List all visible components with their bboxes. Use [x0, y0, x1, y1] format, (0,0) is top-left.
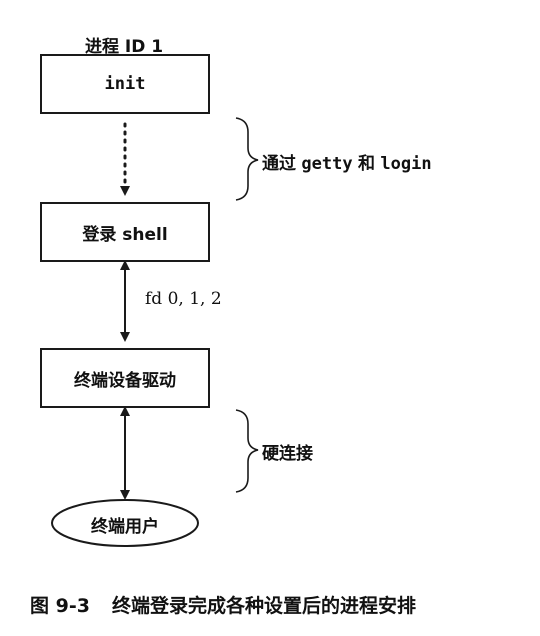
- hardwired-label: 硬连接: [262, 444, 313, 464]
- login-shell-node: 登录 shell: [40, 202, 210, 262]
- figure-caption-text: 终端登录完成各种设置后的进程安排: [111, 595, 416, 617]
- right-brace-hardwired: [235, 409, 259, 493]
- figure-number: 图 9-3: [30, 595, 90, 617]
- terminal-driver-node: 终端设备驱动: [40, 348, 210, 408]
- terminal-user-label: 终端用户: [91, 517, 159, 537]
- init-node: init: [40, 54, 210, 114]
- getty-login-label: 通过 getty 和 login: [262, 149, 432, 174]
- fd-label: fd 0, 1, 2: [145, 289, 222, 309]
- figure-caption: 图 9-3 终端登录完成各种设置后的进程安排: [30, 591, 416, 618]
- terminal-driver-node-label: 终端设备驱动: [74, 370, 176, 391]
- getty-login-and: 和: [358, 154, 375, 174]
- init-node-label: init: [104, 74, 146, 94]
- right-brace-getty-login: [235, 117, 259, 201]
- getty-command: getty: [301, 154, 353, 174]
- getty-login-prefix: 通过: [262, 154, 296, 174]
- login-command: login: [380, 154, 432, 174]
- login-shell-node-label: 登录 shell: [82, 224, 168, 245]
